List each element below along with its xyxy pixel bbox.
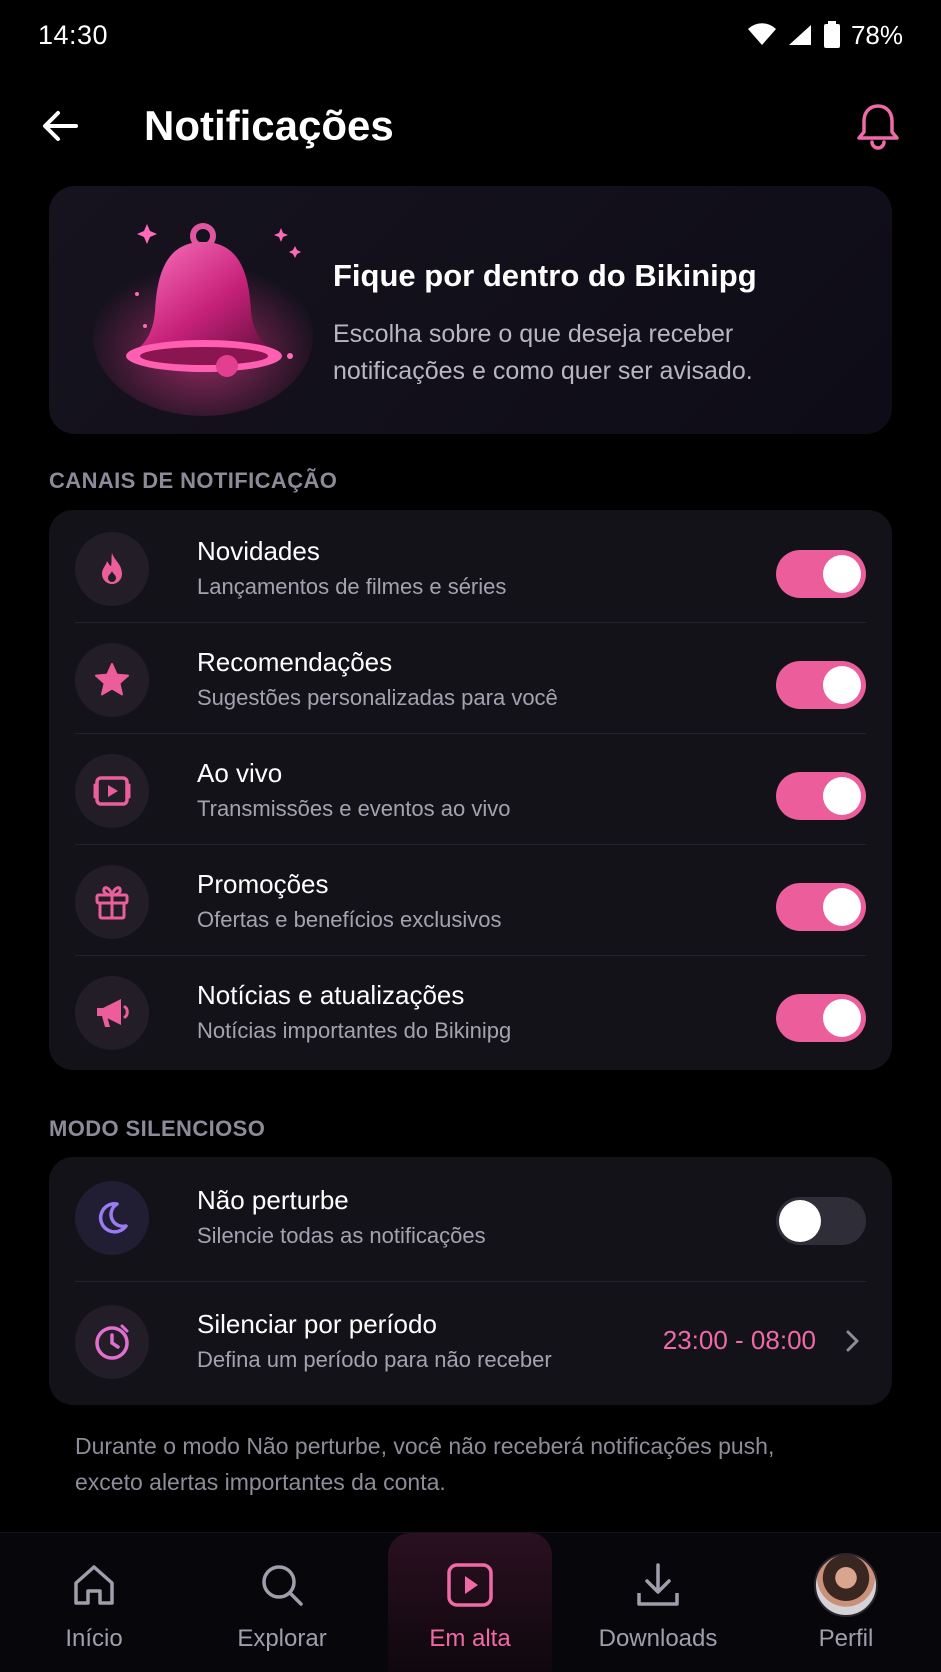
row-subtitle: Ofertas e benefícios exclusivos xyxy=(197,907,502,932)
toggle-promocoes[interactable] xyxy=(776,883,866,931)
silence-period-row[interactable]: Silenciar por período Defina um período … xyxy=(75,1283,866,1403)
flame-icon xyxy=(102,553,122,584)
silence-period-value: 23:00 - 08:00 xyxy=(662,1325,816,1355)
channel-row-novidades[interactable]: Novidades Lançamentos de filmes e séries xyxy=(75,512,866,623)
status-time: 14:30 xyxy=(38,19,109,50)
wifi-icon xyxy=(747,23,776,45)
avatar xyxy=(814,1553,878,1617)
row-icon-wrap xyxy=(75,1181,149,1255)
section-label-channels: CANAIS DE NOTIFICAÇÃO xyxy=(49,468,338,493)
nav-item-inicio[interactable]: Início xyxy=(10,1533,178,1672)
row-subtitle: Transmissões e eventos ao vivo xyxy=(197,796,511,821)
nav-icon-wrap xyxy=(258,1557,306,1613)
toggle-ao-vivo[interactable] xyxy=(776,772,866,820)
silent-mode-card: Não perturbe Silencie todas as notificaç… xyxy=(49,1157,892,1405)
row-subtitle: Notícias importantes do Bikinipg xyxy=(197,1018,512,1043)
nav-label: Perfil xyxy=(818,1625,874,1652)
nav-item-perfil[interactable]: Perfil xyxy=(762,1533,930,1672)
toggle-knob xyxy=(823,888,861,926)
row-icon-wrap xyxy=(75,1305,149,1379)
search-icon xyxy=(262,1565,303,1606)
bell-icon xyxy=(857,104,899,150)
row-title: Não perturbe xyxy=(197,1185,349,1215)
dnd-row[interactable]: Não perturbe Silencie todas as notificaç… xyxy=(75,1165,866,1282)
app-bar: Notificações xyxy=(0,90,941,162)
nav-item-downloads[interactable]: Downloads xyxy=(574,1533,742,1672)
battery-percent: 78% xyxy=(850,19,903,50)
nav-label: Em alta xyxy=(429,1625,511,1652)
chevron-right-icon xyxy=(846,1330,859,1352)
status-bar: 14:30 78% xyxy=(0,0,941,70)
row-title: Promoções xyxy=(197,869,329,899)
row-icon-wrap xyxy=(75,532,149,606)
bell-illustration-icon xyxy=(93,223,313,416)
play-icon xyxy=(447,1563,493,1607)
row-title: Novidades xyxy=(197,536,320,566)
row-title: Silenciar por período xyxy=(197,1309,437,1339)
download-icon xyxy=(637,1563,679,1606)
toggle-novidades[interactable] xyxy=(776,550,866,598)
dnd-footnote: Durante o modo Não perturbe, você não re… xyxy=(75,1433,775,1495)
row-icon-wrap xyxy=(75,976,149,1050)
section-label-silent-mode: MODO SILENCIOSO xyxy=(49,1116,266,1141)
home-icon xyxy=(74,1565,114,1605)
nav-item-explorar[interactable]: Explorar xyxy=(198,1533,366,1672)
nav-icon-wrap xyxy=(634,1557,682,1613)
toggle-knob xyxy=(823,555,861,593)
status-icons: 78% xyxy=(747,20,903,51)
row-icon-wrap xyxy=(75,865,149,939)
channel-row-promocoes[interactable]: Promoções Ofertas e benefícios exclusivo… xyxy=(75,845,866,956)
toggle-recomendacoes[interactable] xyxy=(776,661,866,709)
hero-card: Fique por dentro do Bikinipg Escolha sob… xyxy=(49,186,892,434)
row-title: Notícias e atualizações xyxy=(197,980,465,1010)
nav-label: Início xyxy=(65,1625,123,1652)
hero-title: Fique por dentro do Bikinipg xyxy=(333,258,757,293)
arrow-left-icon xyxy=(43,111,78,141)
battery-icon xyxy=(823,21,840,48)
toggle-nao-perturbe[interactable] xyxy=(776,1197,866,1245)
nav-label: Downloads xyxy=(598,1625,718,1652)
clock-icon xyxy=(95,1324,129,1360)
nav-item-em-alta[interactable]: Em alta xyxy=(388,1533,552,1672)
notifications-bell-button[interactable] xyxy=(855,102,901,150)
back-button[interactable] xyxy=(40,108,80,144)
nav-label: Explorar xyxy=(237,1625,327,1652)
page-title: Notificações xyxy=(144,102,394,149)
row-title: Ao vivo xyxy=(197,758,283,788)
channels-card: Novidades Lançamentos de filmes e séries… xyxy=(49,510,892,1070)
moon-icon xyxy=(98,1202,128,1234)
row-title: Recomendações xyxy=(197,647,393,677)
nav-icon-wrap xyxy=(70,1557,118,1613)
row-icon-wrap xyxy=(75,754,149,828)
nav-icon-wrap xyxy=(445,1557,495,1613)
row-subtitle: Lançamentos de filmes e séries xyxy=(197,574,507,599)
row-subtitle: Sugestões personalizadas para você xyxy=(197,685,558,710)
toggle-knob xyxy=(823,999,861,1037)
toggle-knob xyxy=(823,777,861,815)
channel-row-noticias[interactable]: Notícias e atualizações Notícias importa… xyxy=(75,956,866,1067)
nav-icon-wrap xyxy=(814,1553,878,1617)
channel-row-recomendacoes[interactable]: Recomendações Sugestões personalizadas p… xyxy=(75,623,866,734)
toggle-knob xyxy=(779,1200,821,1242)
megaphone-icon xyxy=(97,999,129,1027)
live-video-icon xyxy=(93,776,131,806)
row-icon-wrap xyxy=(75,643,149,717)
gift-icon xyxy=(95,886,129,920)
hero-description: Escolha sobre o que deseja receber notif… xyxy=(333,320,753,385)
signal-icon xyxy=(788,25,811,45)
toggle-noticias[interactable] xyxy=(776,994,866,1042)
star-icon xyxy=(95,663,129,696)
channel-row-ao-vivo[interactable]: Ao vivo Transmissões e eventos ao vivo xyxy=(75,734,866,845)
row-subtitle: Defina um período para não receber xyxy=(197,1347,552,1372)
bottom-nav: Início Explorar Em alta Downloads Perfil xyxy=(0,1532,941,1672)
row-subtitle: Silencie todas as notificações xyxy=(197,1223,486,1248)
toggle-knob xyxy=(823,666,861,704)
